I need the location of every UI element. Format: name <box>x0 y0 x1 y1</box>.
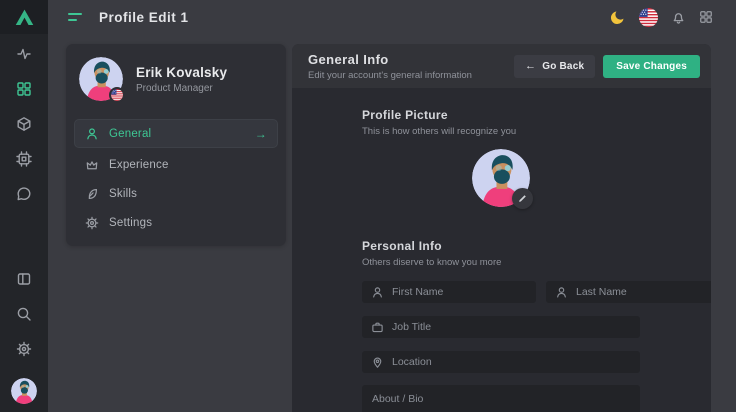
user-icon <box>371 286 384 299</box>
first-name-field[interactable] <box>362 281 536 303</box>
gear-icon <box>85 216 99 230</box>
avatar <box>79 57 123 101</box>
page-title: Profile Edit 1 <box>99 10 189 25</box>
panel-header: General Info Edit your account's general… <box>292 44 711 88</box>
save-changes-label: Save Changes <box>616 61 687 72</box>
menu-item-label: Experience <box>109 159 169 171</box>
dashboard-grid-icon[interactable] <box>16 81 32 97</box>
last-name-input[interactable] <box>576 286 711 298</box>
go-back-label: Go Back <box>542 61 584 72</box>
save-changes-button[interactable]: Save Changes <box>603 55 700 78</box>
icon-rail <box>0 0 48 412</box>
user-icon <box>555 286 568 299</box>
menu-item-label: Skills <box>109 188 137 200</box>
us-flag-icon[interactable] <box>639 8 658 27</box>
first-name-input[interactable] <box>392 286 527 298</box>
feather-icon <box>85 187 99 201</box>
activity-icon[interactable] <box>16 46 32 62</box>
profile-card-header: Erik Kovalsky Product Manager <box>66 44 286 111</box>
profile-picture-title: Profile Picture <box>362 108 640 122</box>
go-back-button[interactable]: ← Go Back <box>514 55 595 78</box>
user-icon <box>85 127 99 141</box>
panel-subtitle: Edit your account's general information <box>308 70 472 81</box>
pencil-icon <box>517 193 528 204</box>
box-icon[interactable] <box>16 116 32 132</box>
menu-item-label: Settings <box>109 217 152 229</box>
menu-item-label: General <box>109 128 151 140</box>
arrow-right-icon: → <box>255 128 267 140</box>
man-avatar-illustration <box>11 378 37 404</box>
map-pin-icon <box>371 356 384 369</box>
user-name: Erik Kovalsky <box>136 65 227 80</box>
menu-item-general[interactable]: General → <box>74 119 278 148</box>
profile-card: Erik Kovalsky Product Manager General → … <box>66 44 286 246</box>
edit-avatar-button[interactable] <box>512 188 533 209</box>
job-title-input[interactable] <box>392 321 631 333</box>
app-logo[interactable] <box>0 0 48 34</box>
job-title-field[interactable] <box>362 316 640 338</box>
search-icon[interactable] <box>16 306 32 322</box>
personal-info-subtitle: Others diserve to know you more <box>362 257 640 268</box>
arrow-left-icon: ← <box>525 61 536 72</box>
gear-icon[interactable] <box>16 341 32 357</box>
menu-item-settings[interactable]: Settings <box>74 208 278 237</box>
bell-icon[interactable] <box>671 10 686 25</box>
user-role: Product Manager <box>136 83 227 94</box>
us-flag-badge-icon <box>109 87 125 103</box>
apps-grid-icon[interactable] <box>699 10 713 24</box>
rail-user-avatar[interactable] <box>11 378 37 404</box>
profile-picture-avatar <box>472 149 530 207</box>
location-input[interactable] <box>392 356 631 368</box>
panel-title: General Info <box>308 52 472 67</box>
profile-picture-subtitle: This is how others will recognize you <box>362 126 640 137</box>
last-name-field[interactable] <box>546 281 711 303</box>
profile-menu: General → Experience Skills Settings <box>66 111 286 237</box>
chat-icon[interactable] <box>16 186 32 202</box>
cpu-icon[interactable] <box>16 151 32 167</box>
briefcase-icon <box>371 321 384 334</box>
menu-item-skills[interactable]: Skills <box>74 179 278 208</box>
triangle-logo-icon <box>14 7 35 28</box>
general-info-panel: General Info Edit your account's general… <box>292 44 711 412</box>
crown-icon <box>85 158 99 172</box>
personal-info-title: Personal Info <box>362 239 640 253</box>
menu-toggle-icon[interactable] <box>68 13 82 21</box>
location-field[interactable] <box>362 351 640 373</box>
topbar: Profile Edit 1 <box>48 0 736 34</box>
sidebar-layout-icon[interactable] <box>16 271 32 287</box>
about-bio-textarea[interactable] <box>362 385 640 412</box>
menu-item-experience[interactable]: Experience <box>74 150 278 179</box>
moon-icon[interactable] <box>609 9 626 26</box>
